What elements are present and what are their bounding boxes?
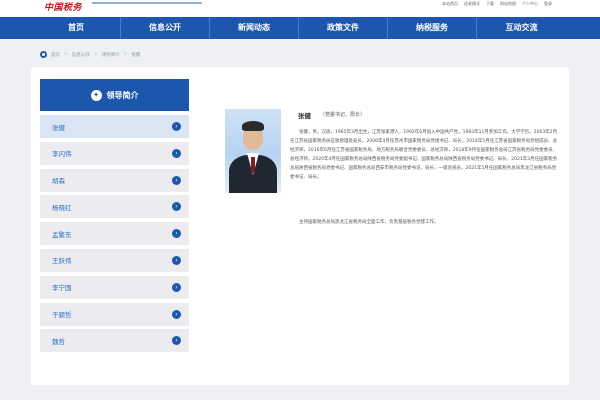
breadcrumb-leaders[interactable]: 领导简介 [102, 52, 120, 58]
chevron-right-icon: › [172, 229, 181, 239]
top-bar: 中国税务 本站首页 适老模式 下载 网站地图 个人中心 登录 [0, 0, 600, 17]
sidebar-list: 张健 › 李闪伟 › 胡森 › 杨晓红 › 孟繁东 › 王跃伟 › 李宁国 › … [40, 115, 189, 356]
nav-item-interaction[interactable]: 互动交流 [477, 17, 566, 39]
chevron-right-icon: › [172, 148, 181, 158]
top-link-sitemap[interactable]: 网站地图 [500, 1, 516, 7]
logo-decoration [92, 2, 202, 4]
compass-icon: ✦ [90, 89, 102, 101]
site-logo[interactable]: 中国税务 [44, 0, 82, 13]
photo-tie [251, 157, 255, 173]
top-link-home[interactable]: 本站首页 [442, 1, 458, 7]
chevron-right-icon: › [172, 202, 181, 212]
sidebar-item-label: 魏哲 [52, 337, 65, 346]
breadcrumb: 首页 > 信息公开 > 领导简介 > 张健 [40, 51, 140, 58]
sidebar-item-wang-yuewei[interactable]: 王跃伟 › [40, 248, 189, 272]
leader-duties-paragraph: 主持国家税务总局黑龙江省税务局全面工作，负责基层税务党建工作。 [299, 220, 439, 225]
sidebar-item-li-ningguo[interactable]: 李宁国 › [40, 275, 189, 299]
sidebar-title: 领导简介 [106, 90, 139, 100]
sidebar-item-label: 杨晓红 [52, 203, 72, 212]
chevron-right-icon: › [172, 282, 181, 292]
sidebar-item-hu-sen[interactable]: 胡森 › [40, 168, 189, 192]
breadcrumb-separator: > [93, 52, 98, 57]
chevron-right-icon: › [172, 255, 181, 265]
top-links: 本站首页 适老模式 下载 网站地图 个人中心 登录 [442, 1, 552, 7]
sidebar-item-label: 于颖哲 [52, 311, 72, 320]
breadcrumb-separator: > [64, 52, 68, 57]
nav-item-news[interactable]: 新闻动态 [210, 17, 299, 39]
sidebar-item-label: 胡森 [52, 177, 65, 186]
nav-item-info-disclosure[interactable]: 信息公开 [121, 17, 210, 39]
breadcrumb-current: 张健 [131, 52, 141, 58]
top-link-login[interactable]: 登录 [544, 1, 552, 7]
sidebar-item-label: 张健 [52, 123, 65, 132]
chevron-right-icon: › [172, 122, 181, 131]
sidebar-item-meng-fandong[interactable]: 孟繁东 › [40, 222, 189, 246]
chevron-right-icon: › [172, 309, 181, 319]
sidebar-header: ✦ 领导简介 [40, 79, 189, 111]
breadcrumb-separator: > [123, 52, 128, 57]
breadcrumb-info-disclosure[interactable]: 信息公开 [72, 52, 90, 58]
sidebar-item-yang-xiaohong[interactable]: 杨晓红 › [40, 195, 189, 219]
nav-item-home[interactable]: 首页 [32, 17, 121, 39]
nav-item-tax-service[interactable]: 纳税服务 [388, 17, 477, 39]
top-link-download[interactable]: 下载 [486, 1, 494, 7]
sidebar-item-li-shanwei[interactable]: 李闪伟 › [40, 141, 189, 165]
sidebar-item-label: 李宁国 [52, 284, 72, 293]
location-pin-icon [40, 51, 47, 58]
leader-role: （党委书记、局长） [320, 112, 366, 118]
sidebar-item-wei-zhe[interactable]: 魏哲 › [40, 329, 189, 353]
top-link-elderly-mode[interactable]: 适老模式 [464, 1, 480, 7]
leader-bio-paragraph: 张健，男，汉族，1965年3月出生，江苏张家港人，1992年6月加入中国共产党，… [290, 130, 558, 180]
breadcrumb-home[interactable]: 首页 [51, 52, 60, 58]
leader-name: 张健 [298, 112, 311, 120]
main-nav: 首页 信息公开 新闻动态 政策文件 纳税服务 互动交流 [0, 17, 600, 39]
sidebar-item-label: 李闪伟 [52, 150, 72, 159]
chevron-right-icon: › [172, 175, 181, 185]
nav-item-policy[interactable]: 政策文件 [299, 17, 388, 39]
chevron-right-icon: › [172, 336, 181, 346]
sidebar-item-label: 孟繁东 [52, 230, 72, 239]
leader-photo [225, 109, 281, 193]
sidebar-item-yu-yingzhe[interactable]: 于颖哲 › [40, 302, 189, 326]
top-link-personal-center[interactable]: 个人中心 [522, 1, 538, 7]
photo-hair [242, 121, 264, 131]
sidebar-item-label: 王跃伟 [52, 257, 72, 266]
sidebar-item-zhang-jian[interactable]: 张健 › [40, 115, 189, 138]
